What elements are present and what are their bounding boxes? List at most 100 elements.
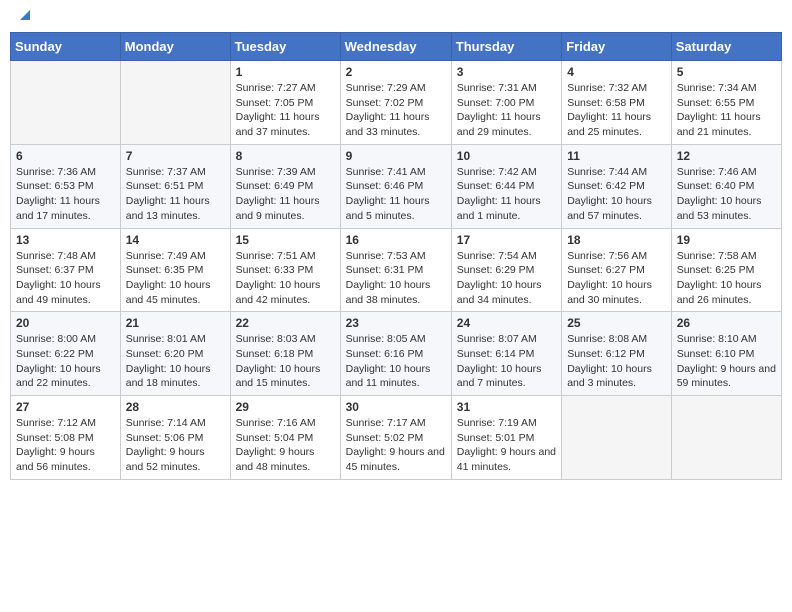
calendar-cell: 20 Sunrise: 8:00 AM Sunset: 6:22 PM Dayli…	[11, 312, 121, 396]
calendar-cell: 23Sunrise: 8:05 AM Sunset: 6:16 PM Dayli…	[340, 312, 451, 396]
cell-content: Sunrise: 8:07 AM Sunset: 6:14 PM Dayligh…	[457, 332, 556, 391]
cell-content: Sunrise: 7:44 AM Sunset: 6:42 PM Dayligh…	[567, 165, 666, 224]
cell-content: Sunrise: 7:56 AM Sunset: 6:27 PM Dayligh…	[567, 249, 666, 308]
cell-content: Sunrise: 7:39 AM Sunset: 6:49 PM Dayligh…	[236, 165, 335, 224]
day-number: 27	[16, 400, 115, 414]
cell-content: Sunrise: 7:41 AM Sunset: 6:46 PM Dayligh…	[346, 165, 446, 224]
calendar-cell: 24 Sunrise: 8:07 AM Sunset: 6:14 PM Dayli…	[451, 312, 561, 396]
cell-content: Sunrise: 7:16 AM Sunset: 5:04 PM Dayligh…	[236, 416, 335, 475]
calendar-cell: 14 Sunrise: 7:49 AM Sunset: 6:35 PM Dayli…	[120, 228, 230, 312]
calendar-cell: 5Sunrise: 7:34 AM Sunset: 6:55 PM Daylig…	[671, 61, 781, 145]
cell-content: Sunrise: 8:00 AM Sunset: 6:22 PM Dayligh…	[16, 332, 115, 391]
calendar-cell: 22 Sunrise: 8:03 AM Sunset: 6:18 PM Dayli…	[230, 312, 340, 396]
calendar-cell: 4Sunrise: 7:32 AM Sunset: 6:58 PM Daylig…	[562, 61, 672, 145]
day-number: 12	[677, 149, 776, 163]
day-number: 21	[126, 316, 225, 330]
cell-content: Sunrise: 7:46 AM Sunset: 6:40 PM Dayligh…	[677, 165, 776, 224]
calendar-cell: 12 Sunrise: 7:46 AM Sunset: 6:40 PM Dayli…	[671, 144, 781, 228]
calendar-body: 1 Sunrise: 7:27 AM Sunset: 7:05 PM Daylig…	[11, 61, 782, 480]
day-number: 8	[236, 149, 335, 163]
weekday-monday: Monday	[120, 33, 230, 61]
calendar-cell: 3 Sunrise: 7:31 AM Sunset: 7:00 PM Daylig…	[451, 61, 561, 145]
day-number: 22	[236, 316, 335, 330]
day-number: 29	[236, 400, 335, 414]
cell-content: Sunrise: 7:36 AM Sunset: 6:53 PM Dayligh…	[16, 165, 115, 224]
cell-content: Sunrise: 7:42 AM Sunset: 6:44 PM Dayligh…	[457, 165, 556, 224]
day-number: 23	[346, 316, 446, 330]
cell-content: Sunrise: 8:08 AM Sunset: 6:12 PM Dayligh…	[567, 332, 666, 391]
calendar-cell	[120, 61, 230, 145]
weekday-tuesday: Tuesday	[230, 33, 340, 61]
day-number: 14	[126, 233, 225, 247]
day-number: 9	[346, 149, 446, 163]
day-number: 2	[346, 65, 446, 79]
calendar-cell: 25 Sunrise: 8:08 AM Sunset: 6:12 PM Dayli…	[562, 312, 672, 396]
week-row-2: 6 Sunrise: 7:36 AM Sunset: 6:53 PM Daylig…	[11, 144, 782, 228]
day-number: 24	[457, 316, 556, 330]
day-number: 18	[567, 233, 666, 247]
day-number: 25	[567, 316, 666, 330]
week-row-4: 20 Sunrise: 8:00 AM Sunset: 6:22 PM Dayli…	[11, 312, 782, 396]
calendar-cell: 26 Sunrise: 8:10 AM Sunset: 6:10 PM Dayli…	[671, 312, 781, 396]
cell-content: Sunrise: 7:51 AM Sunset: 6:33 PM Dayligh…	[236, 249, 335, 308]
calendar-cell: 16 Sunrise: 7:53 AM Sunset: 6:31 PM Dayli…	[340, 228, 451, 312]
day-number: 13	[16, 233, 115, 247]
day-number: 17	[457, 233, 556, 247]
cell-content: Sunrise: 7:14 AM Sunset: 5:06 PM Dayligh…	[126, 416, 225, 475]
calendar-cell: 11Sunrise: 7:44 AM Sunset: 6:42 PM Dayli…	[562, 144, 672, 228]
calendar-cell: 9 Sunrise: 7:41 AM Sunset: 6:46 PM Daylig…	[340, 144, 451, 228]
day-number: 3	[457, 65, 556, 79]
calendar-cell: 1 Sunrise: 7:27 AM Sunset: 7:05 PM Daylig…	[230, 61, 340, 145]
calendar-cell: 30 Sunrise: 7:17 AM Sunset: 5:02 PM Dayli…	[340, 396, 451, 480]
calendar-cell: 19Sunrise: 7:58 AM Sunset: 6:25 PM Dayli…	[671, 228, 781, 312]
weekday-friday: Friday	[562, 33, 672, 61]
calendar-cell: 13 Sunrise: 7:48 AM Sunset: 6:37 PM Dayli…	[11, 228, 121, 312]
cell-content: Sunrise: 7:31 AM Sunset: 7:00 PM Dayligh…	[457, 81, 556, 140]
cell-content: Sunrise: 7:37 AM Sunset: 6:51 PM Dayligh…	[126, 165, 225, 224]
day-number: 31	[457, 400, 556, 414]
cell-content: Sunrise: 7:34 AM Sunset: 6:55 PM Dayligh…	[677, 81, 776, 140]
logo-icon	[16, 6, 34, 24]
day-number: 10	[457, 149, 556, 163]
day-number: 4	[567, 65, 666, 79]
day-number: 1	[236, 65, 335, 79]
cell-content: Sunrise: 7:27 AM Sunset: 7:05 PM Dayligh…	[236, 81, 335, 140]
calendar-cell: 29 Sunrise: 7:16 AM Sunset: 5:04 PM Dayli…	[230, 396, 340, 480]
day-number: 15	[236, 233, 335, 247]
day-number: 6	[16, 149, 115, 163]
calendar-cell: 28 Sunrise: 7:14 AM Sunset: 5:06 PM Dayli…	[120, 396, 230, 480]
weekday-wednesday: Wednesday	[340, 33, 451, 61]
calendar-cell: 18 Sunrise: 7:56 AM Sunset: 6:27 PM Dayli…	[562, 228, 672, 312]
calendar-cell: 27 Sunrise: 7:12 AM Sunset: 5:08 PM Dayli…	[11, 396, 121, 480]
weekday-sunday: Sunday	[11, 33, 121, 61]
cell-content: Sunrise: 7:29 AM Sunset: 7:02 PM Dayligh…	[346, 81, 446, 140]
weekday-saturday: Saturday	[671, 33, 781, 61]
cell-content: Sunrise: 7:49 AM Sunset: 6:35 PM Dayligh…	[126, 249, 225, 308]
cell-content: Sunrise: 8:10 AM Sunset: 6:10 PM Dayligh…	[677, 332, 776, 391]
calendar-cell: 15 Sunrise: 7:51 AM Sunset: 6:33 PM Dayli…	[230, 228, 340, 312]
calendar-cell	[562, 396, 672, 480]
calendar-cell: 21 Sunrise: 8:01 AM Sunset: 6:20 PM Dayli…	[120, 312, 230, 396]
day-number: 20	[16, 316, 115, 330]
cell-content: Sunrise: 7:17 AM Sunset: 5:02 PM Dayligh…	[346, 416, 446, 475]
cell-content: Sunrise: 7:54 AM Sunset: 6:29 PM Dayligh…	[457, 249, 556, 308]
calendar-cell: 8 Sunrise: 7:39 AM Sunset: 6:49 PM Daylig…	[230, 144, 340, 228]
cell-content: Sunrise: 7:12 AM Sunset: 5:08 PM Dayligh…	[16, 416, 115, 475]
calendar-cell: 10 Sunrise: 7:42 AM Sunset: 6:44 PM Dayli…	[451, 144, 561, 228]
day-number: 19	[677, 233, 776, 247]
cell-content: Sunrise: 7:19 AM Sunset: 5:01 PM Dayligh…	[457, 416, 556, 475]
day-number: 28	[126, 400, 225, 414]
calendar-table: SundayMondayTuesdayWednesdayThursdayFrid…	[10, 32, 782, 480]
weekday-header-row: SundayMondayTuesdayWednesdayThursdayFrid…	[11, 33, 782, 61]
day-number: 30	[346, 400, 446, 414]
day-number: 26	[677, 316, 776, 330]
day-number: 16	[346, 233, 446, 247]
cell-content: Sunrise: 7:48 AM Sunset: 6:37 PM Dayligh…	[16, 249, 115, 308]
cell-content: Sunrise: 8:03 AM Sunset: 6:18 PM Dayligh…	[236, 332, 335, 391]
calendar-cell: 6 Sunrise: 7:36 AM Sunset: 6:53 PM Daylig…	[11, 144, 121, 228]
logo	[14, 10, 34, 24]
cell-content: Sunrise: 8:01 AM Sunset: 6:20 PM Dayligh…	[126, 332, 225, 391]
calendar-cell	[11, 61, 121, 145]
cell-content: Sunrise: 7:53 AM Sunset: 6:31 PM Dayligh…	[346, 249, 446, 308]
week-row-1: 1 Sunrise: 7:27 AM Sunset: 7:05 PM Daylig…	[11, 61, 782, 145]
